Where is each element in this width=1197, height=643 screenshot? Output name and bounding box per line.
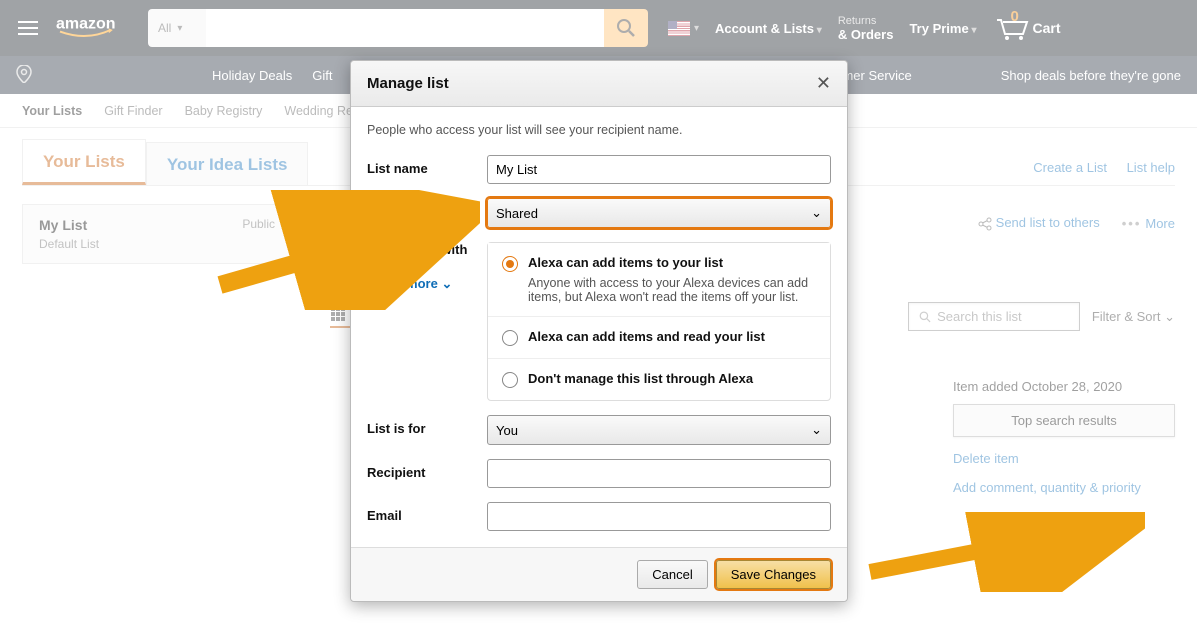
radio-alexa-none[interactable]: Don't manage this list through Alexa xyxy=(488,359,830,400)
input-recipient[interactable] xyxy=(487,459,831,488)
select-list-for[interactable]: You ⌄ xyxy=(487,415,831,445)
modal-footer: Cancel Save Changes xyxy=(351,547,847,601)
select-list-for-value: You xyxy=(496,423,518,438)
modal-body: People who access your list will see you… xyxy=(351,107,847,547)
save-changes-button[interactable]: Save Changes xyxy=(716,560,831,589)
radio-icon xyxy=(502,256,518,272)
input-email[interactable] xyxy=(487,502,831,531)
radio-alexa-add-read[interactable]: Alexa can add items and read your list xyxy=(488,317,830,359)
radio-title: Alexa can add items and read your list xyxy=(528,329,816,344)
alexa-radio-group: Alexa can add items to your list Anyone … xyxy=(487,242,831,401)
modal-title: Manage list xyxy=(367,75,449,92)
annotation-arrow-save xyxy=(855,512,1145,592)
radio-desc: Anyone with access to your Alexa devices… xyxy=(528,276,816,304)
close-icon: ✕ xyxy=(816,73,831,93)
annotation-arrow-privacy xyxy=(200,190,480,310)
radio-alexa-add[interactable]: Alexa can add items to your list Anyone … xyxy=(488,243,830,317)
modal-note: People who access your list will see you… xyxy=(367,123,831,137)
radio-icon xyxy=(502,330,518,346)
select-privacy-value: Shared xyxy=(496,206,538,221)
cancel-button[interactable]: Cancel xyxy=(637,560,707,589)
radio-title: Alexa can add items to your list xyxy=(528,255,816,270)
select-privacy[interactable]: Shared ⌄ xyxy=(487,198,831,228)
radio-icon xyxy=(502,372,518,388)
chevron-down-icon: ⌄ xyxy=(811,205,822,221)
chevron-down-icon: ⌄ xyxy=(811,422,822,438)
label-list-for: List is for xyxy=(367,415,487,436)
radio-title: Don't manage this list through Alexa xyxy=(528,371,816,386)
modal-header: Manage list ✕ xyxy=(351,61,847,107)
label-recipient: Recipient xyxy=(367,459,487,480)
input-list-name[interactable] xyxy=(487,155,831,184)
label-list-name: List name xyxy=(367,155,487,176)
modal-close-button[interactable]: ✕ xyxy=(816,73,831,94)
manage-list-modal: Manage list ✕ People who access your lis… xyxy=(350,60,848,602)
label-email: Email xyxy=(367,502,487,523)
